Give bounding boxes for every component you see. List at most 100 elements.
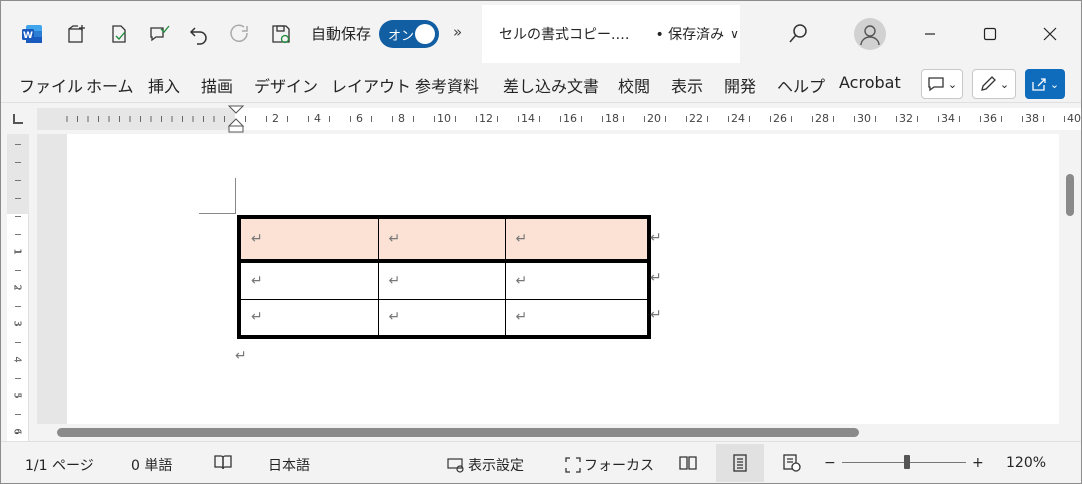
- title-bar: W 自動保存 オン » セルの書式コピー.… • 保存済み ∨: [1, 1, 1081, 65]
- ruler-label: 32: [899, 112, 913, 125]
- document-name: セルの書式コピー.…: [499, 27, 630, 43]
- status-bar: 1/1 ページ 0 単語 日本語 表示設定 フォーカス − + 120%: [1, 441, 1081, 483]
- table-cell[interactable]: ↵: [237, 298, 379, 339]
- page-count[interactable]: 1/1 ページ: [25, 455, 94, 475]
- web-layout-button[interactable]: [768, 444, 816, 482]
- undo-icon[interactable]: [185, 20, 213, 48]
- tab-insert[interactable]: 挿入: [148, 73, 180, 97]
- vertical-scrollbar[interactable]: [1059, 134, 1081, 424]
- table-cell[interactable]: ↵: [504, 215, 651, 263]
- tab-selector-icon[interactable]: [13, 114, 23, 124]
- user-avatar[interactable]: [854, 18, 886, 50]
- document-page[interactable]: ↵ ↵ ↵ ↵ ↵ ↵ ↵ ↵ ↵ ↵ ↵ ↵ ↵: [67, 134, 1059, 424]
- tab-acrobat[interactable]: Acrobat: [839, 73, 901, 92]
- ruler-tick: [15, 234, 21, 235]
- ribbon-tabs: ファイル ホーム 挿入 描画 デザイン レイアウト 参考資料 差し込み文書 校閲…: [1, 65, 1081, 103]
- minimize-icon[interactable]: [912, 19, 948, 49]
- proofing-icon[interactable]: [105, 20, 133, 48]
- editing-mode-button[interactable]: ⌄: [972, 69, 1016, 99]
- ruler-tick: [15, 162, 21, 163]
- word-count[interactable]: 0 単語: [131, 455, 172, 475]
- ruler-label: 28: [815, 112, 829, 125]
- tab-layout[interactable]: レイアウト: [331, 73, 411, 97]
- horizontal-scroll-thumb[interactable]: [57, 428, 859, 437]
- print-layout-icon: [733, 454, 747, 472]
- comment-check-icon[interactable]: [145, 20, 173, 48]
- tab-file[interactable]: ファイル: [19, 73, 83, 97]
- table-cell[interactable]: ↵: [377, 215, 506, 263]
- tab-mailings[interactable]: 差し込み文書: [503, 73, 599, 97]
- zoom-out-button[interactable]: −: [824, 455, 836, 471]
- row-end-mark: ↵: [650, 307, 662, 323]
- tab-home[interactable]: ホーム: [86, 73, 134, 97]
- horizontal-scrollbar[interactable]: [37, 424, 1059, 441]
- more-commands-button[interactable]: »: [453, 23, 462, 41]
- title-chevron-down-icon: ∨: [730, 27, 739, 41]
- indent-marker-icon[interactable]: [226, 104, 246, 134]
- table-row: ↵ ↵ ↵: [237, 215, 651, 263]
- tab-references[interactable]: 参考資料: [415, 73, 479, 97]
- comments-button[interactable]: ⌄: [921, 69, 963, 99]
- ruler-label: 22: [689, 112, 703, 125]
- close-icon[interactable]: [1032, 19, 1068, 49]
- table-cell[interactable]: ↵: [504, 260, 651, 300]
- horizontal-ruler[interactable]: 2 4 6 8 10 12 14 16 18 20 22 24 26 28 30 32 34 36 38 40: [1, 104, 1081, 134]
- ruler-label: 8: [398, 112, 405, 125]
- read-mode-icon: [679, 456, 697, 470]
- table-cell[interactable]: ↵: [377, 260, 506, 300]
- zoom-slider-handle[interactable]: [904, 455, 910, 469]
- new-document-icon[interactable]: [63, 20, 91, 48]
- table-cell[interactable]: ↵: [237, 215, 379, 263]
- focus-button[interactable]: フォーカス: [565, 455, 654, 475]
- ruler-label: 20: [647, 112, 661, 125]
- table-cell[interactable]: ↵: [504, 298, 651, 339]
- ruler-ticks: [66, 116, 1065, 122]
- word-logo-letter: W: [23, 31, 33, 41]
- read-mode-button[interactable]: [664, 444, 712, 482]
- share-chevron-icon: ⌄: [1049, 77, 1060, 91]
- crop-mark: [199, 213, 235, 214]
- zoom-in-button[interactable]: +: [972, 455, 984, 471]
- maximize-icon[interactable]: [972, 19, 1008, 49]
- ruler-label: 10: [437, 112, 451, 125]
- ruler-label: 12: [479, 112, 493, 125]
- print-layout-button[interactable]: [716, 444, 764, 482]
- tab-view[interactable]: 表示: [671, 73, 703, 97]
- autosave-toggle[interactable]: オン: [379, 20, 439, 48]
- tab-help[interactable]: ヘルプ: [777, 73, 825, 97]
- vertical-scroll-thumb[interactable]: [1066, 174, 1074, 216]
- redo-icon[interactable]: [225, 20, 253, 48]
- display-settings-button[interactable]: 表示設定: [447, 455, 524, 475]
- editing-chevron-icon: ⌄: [999, 77, 1010, 91]
- document-table[interactable]: ↵ ↵ ↵ ↵ ↵ ↵ ↵ ↵ ↵: [237, 215, 651, 339]
- share-button[interactable]: ⌄: [1025, 69, 1065, 99]
- zoom-level[interactable]: 120%: [1006, 455, 1046, 471]
- ruler-label: 34: [941, 112, 955, 125]
- search-icon[interactable]: [784, 20, 812, 48]
- vertical-ruler[interactable]: 123456: [7, 134, 29, 441]
- autosave-label: 自動保存: [311, 25, 372, 43]
- ruler-label: 38: [1025, 112, 1039, 125]
- document-title[interactable]: セルの書式コピー.… • 保存済み ∨: [482, 5, 740, 63]
- ruler-label: 24: [731, 112, 745, 125]
- save-sync-icon[interactable]: [267, 20, 295, 48]
- tab-review[interactable]: 校閲: [618, 73, 650, 97]
- share-icon: [1032, 78, 1046, 91]
- tab-design[interactable]: デザイン: [254, 73, 318, 97]
- tab-draw[interactable]: 描画: [201, 73, 233, 97]
- ruler-tick: [15, 324, 21, 325]
- ruler-tick: [15, 306, 21, 307]
- ruler-label: 16: [563, 112, 577, 125]
- ruler-tick: [15, 288, 21, 289]
- tab-developer[interactable]: 開発: [724, 73, 756, 97]
- table-cell[interactable]: ↵: [377, 298, 506, 339]
- ruler-tick: [15, 360, 21, 361]
- paragraph-mark: ↵: [235, 348, 247, 364]
- table-cell[interactable]: ↵: [237, 260, 379, 300]
- table-row: ↵ ↵ ↵: [237, 298, 651, 339]
- proofing-book-icon[interactable]: [213, 453, 233, 475]
- comment-icon: [928, 77, 944, 92]
- language-status[interactable]: 日本語: [268, 455, 310, 475]
- document-area[interactable]: ↵ ↵ ↵ ↵ ↵ ↵ ↵ ↵ ↵ ↵ ↵ ↵ ↵: [37, 134, 1059, 424]
- crop-mark: [235, 178, 236, 214]
